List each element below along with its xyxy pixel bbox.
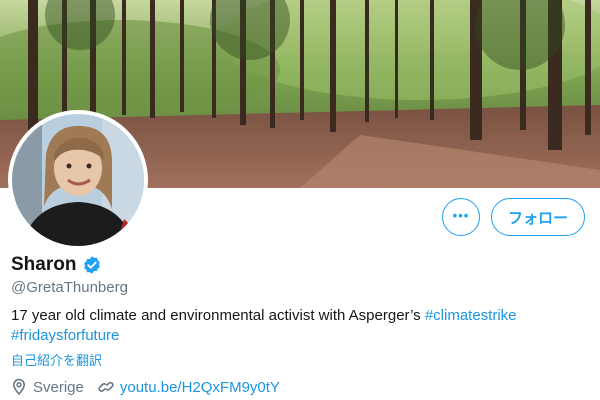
avatar-photo (12, 114, 144, 246)
location-text: Sverige (33, 378, 84, 396)
translate-bio-link[interactable]: 自己紹介を翻訳 (11, 350, 102, 369)
name-row: Sharon (11, 254, 102, 276)
more-options-button[interactable]: ••• (442, 198, 480, 236)
profile-avatar[interactable] (8, 110, 148, 250)
profile-bio: 17 year old climate and environmental ac… (11, 306, 571, 346)
website-link[interactable]: youtu.be/H2QxFM9y0tY (120, 379, 280, 396)
display-name: Sharon (11, 254, 77, 275)
more-dots-icon: ••• (452, 207, 470, 223)
location-pin-icon (11, 378, 27, 396)
follow-button[interactable]: フォロー (491, 198, 585, 236)
verified-badge-icon (82, 255, 102, 275)
hashtag-link[interactable]: #fridaysforfuture (11, 327, 119, 344)
link-icon (98, 378, 114, 396)
user-handle: @GretaThunberg (11, 279, 128, 296)
bio-text: 17 year old climate and environmental ac… (11, 307, 425, 324)
profile-meta-row: Sverige youtu.be/H2QxFM9y0tY (11, 378, 280, 396)
hashtag-link[interactable]: #climatestrike (425, 307, 517, 324)
